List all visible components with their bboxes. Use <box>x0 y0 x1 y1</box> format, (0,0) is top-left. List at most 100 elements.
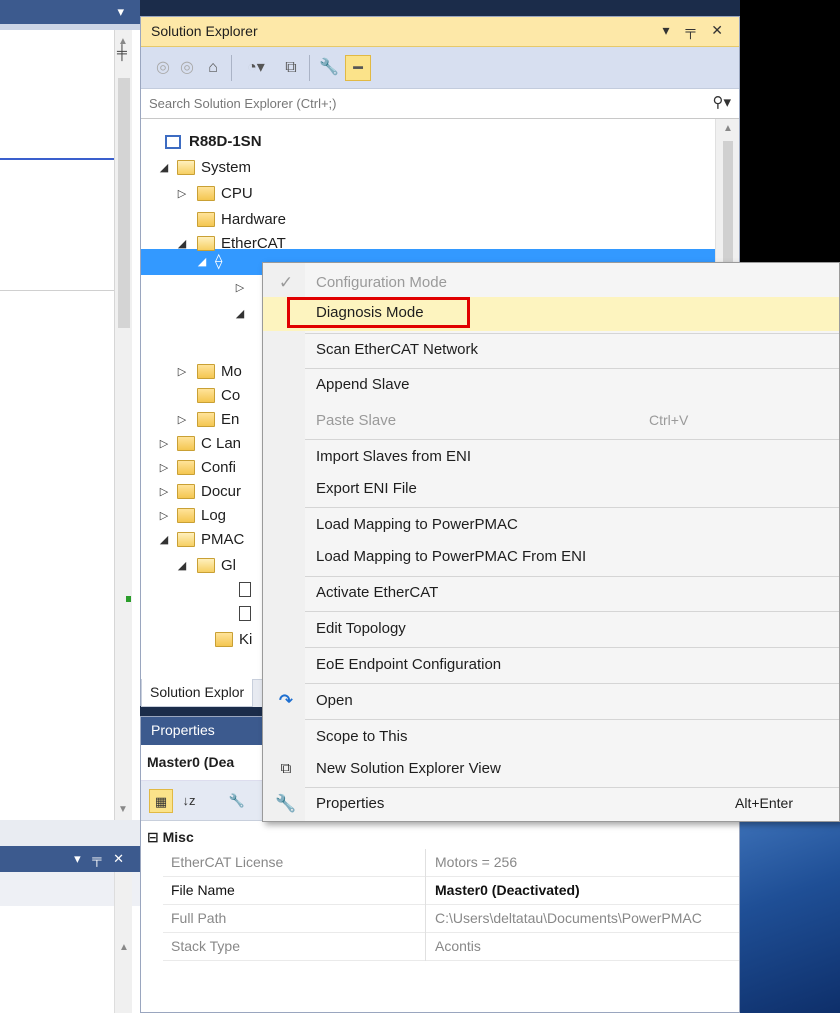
search-icon[interactable]: ⚲▾ <box>712 93 731 111</box>
menu-item-label: Open <box>316 692 353 709</box>
collapse-all-icon[interactable]: ⧉ <box>279 55 303 81</box>
property-key: EtherCAT License <box>171 854 284 870</box>
property-row[interactable]: Full Path C:\Users\deltatau\Documents\Po… <box>163 905 739 933</box>
menu-item-label: Configuration Mode <box>316 274 447 291</box>
menu-item-eoe-config[interactable]: EoE Endpoint Configuration <box>263 649 839 683</box>
tree-label: Hardware <box>221 211 287 228</box>
scroll-down-icon[interactable]: ▼ <box>118 804 128 815</box>
category-misc[interactable]: ⊟ Misc <box>147 825 194 849</box>
search-input[interactable]: Search Solution Explorer (Ctrl+;) <box>149 96 337 111</box>
tree-label: CPU <box>221 185 253 202</box>
history-icon[interactable]: ◔▾ <box>239 55 273 81</box>
scroll-up-icon[interactable]: ▲ <box>723 123 733 134</box>
collapse-icon[interactable]: ◢ <box>175 553 189 579</box>
tree-label: C Lan <box>201 435 242 452</box>
scroll-up-icon[interactable]: ▲ <box>119 942 129 953</box>
forward-icon[interactable]: ◎ <box>177 55 197 81</box>
solution-explorer-search[interactable]: Search Solution Explorer (Ctrl+;) ⚲▾ <box>141 89 739 119</box>
menu-item-label: EoE Endpoint Configuration <box>316 656 502 673</box>
property-value: C:\Users\deltatau\Documents\PowerPMAC <box>435 910 702 926</box>
menu-item-label: Export ENI File <box>316 480 417 497</box>
tree-label: Log <box>201 507 227 524</box>
collapse-icon[interactable]: ◢ <box>157 527 171 553</box>
window-controls-icon[interactable]: ▾ ╤ ✕ <box>663 22 729 39</box>
wrench-icon[interactable]: 🔧 <box>317 55 341 81</box>
menu-item-label: Load Mapping to PowerPMAC From ENI <box>316 548 587 565</box>
checkmark-icon: ✓ <box>278 273 294 292</box>
collapse-icon[interactable]: ⊟ <box>147 829 159 845</box>
column-divider <box>425 849 426 877</box>
output-panel: ▲ <box>0 872 140 1013</box>
scroll-thumb[interactable] <box>118 78 130 328</box>
collapse-icon[interactable]: ◢ <box>175 231 189 257</box>
menu-item-label: Load Mapping to PowerPMAC <box>316 516 518 533</box>
expand-icon[interactable]: ▷ <box>175 407 189 433</box>
solution-explorer-title-bar[interactable]: Solution Explorer ▾ ╤ ✕ <box>141 17 739 47</box>
editor-hscroll <box>0 820 140 846</box>
folder-icon <box>197 412 215 427</box>
collapse-icon[interactable]: ◢ <box>233 301 247 327</box>
folder-icon <box>197 388 215 403</box>
expand-icon[interactable]: ▷ <box>175 181 189 207</box>
output-header: ▾ ╤ ✕ <box>0 846 140 872</box>
wrench-icon: 🔧 <box>275 794 297 813</box>
menu-item-new-view[interactable]: ⧉ New Solution Explorer View <box>263 753 839 787</box>
menu-item-import-slaves[interactable]: Import Slaves from ENI <box>263 441 839 475</box>
tab-solution-explorer[interactable]: Solution Explor <box>141 679 254 707</box>
menu-separator <box>305 719 839 720</box>
folder-icon <box>177 460 195 475</box>
collapse-icon[interactable]: ◢ <box>157 155 171 181</box>
panel-controls-icon[interactable]: ▾ ╤ ✕ <box>74 851 128 867</box>
menu-separator <box>305 439 839 440</box>
expand-icon[interactable]: ▷ <box>157 479 171 505</box>
tree-label: Mo <box>221 363 242 380</box>
menu-item-label: Import Slaves from ENI <box>316 448 472 465</box>
preview-selected-icon[interactable]: ━ <box>345 55 371 81</box>
folder-icon <box>177 508 195 523</box>
tree-label: Co <box>221 387 241 404</box>
toolbar-separator <box>231 55 232 81</box>
menu-item-label: Paste Slave <box>316 412 397 429</box>
menu-item-export-eni[interactable]: Export ENI File <box>263 473 839 507</box>
folder-open-icon <box>177 160 195 175</box>
menu-item-paste-slave[interactable]: Paste Slave Ctrl+V <box>263 405 839 439</box>
editor-scrollbar[interactable]: ╪ ▲ ▼ <box>114 30 132 820</box>
expand-icon[interactable]: ▷ <box>157 431 171 457</box>
menu-separator <box>305 507 839 508</box>
menu-item-load-mapping[interactable]: Load Mapping to PowerPMAC <box>263 509 839 543</box>
tree-label: En <box>221 411 240 428</box>
menu-item-load-mapping-eni[interactable]: Load Mapping to PowerPMAC From ENI <box>263 541 839 575</box>
menu-item-append-slave[interactable]: Append Slave <box>263 369 839 403</box>
back-icon[interactable]: ◎ <box>153 55 173 81</box>
expand-icon[interactable]: ▷ <box>157 503 171 529</box>
change-marker <box>126 596 131 602</box>
scroll-up-icon[interactable]: ▲ <box>118 36 128 47</box>
property-row[interactable]: EtherCAT License Motors = 256 <box>163 849 739 877</box>
home-icon[interactable]: ⌂ <box>201 55 225 81</box>
menu-item-label: Activate EtherCAT <box>316 584 439 601</box>
categorized-icon[interactable]: ▦ <box>149 789 173 813</box>
collapse-icon[interactable]: ◢ <box>195 249 209 275</box>
menu-item-edit-topology[interactable]: Edit Topology <box>263 613 839 647</box>
menu-item-properties[interactable]: 🔧 Properties Alt+Enter <box>263 788 839 822</box>
expand-icon[interactable]: ▷ <box>175 359 189 385</box>
menu-item-activate-ethercat[interactable]: Activate EtherCAT <box>263 577 839 611</box>
expand-icon[interactable]: ▷ <box>157 455 171 481</box>
tree-label: PMAC <box>201 531 245 548</box>
property-row[interactable]: Stack Type Acontis <box>163 933 739 961</box>
dropdown-icon[interactable]: ▾ <box>117 4 124 20</box>
menu-item-label: Scan EtherCAT Network <box>316 341 479 358</box>
expand-icon[interactable]: ▷ <box>233 275 247 301</box>
open-arrow-icon: ↷ <box>278 691 294 710</box>
property-pages-icon[interactable]: 🔧 <box>225 789 249 813</box>
menu-item-scope-to-this[interactable]: Scope to This <box>263 721 839 755</box>
menu-item-scan-network[interactable]: Scan EtherCAT Network <box>263 334 839 368</box>
menu-item-open[interactable]: ↷ Open <box>263 685 839 719</box>
folder-open-icon <box>197 558 215 573</box>
sort-alpha-icon[interactable]: ↓z <box>177 789 201 813</box>
menu-separator <box>305 683 839 684</box>
category-label: Misc <box>162 829 194 845</box>
menu-item-configuration-mode[interactable]: ✓ Configuration Mode <box>263 267 839 301</box>
property-row[interactable]: File Name Master0 (Deactivated) <box>163 877 739 905</box>
output-scrollbar[interactable]: ▲ <box>114 872 132 1013</box>
